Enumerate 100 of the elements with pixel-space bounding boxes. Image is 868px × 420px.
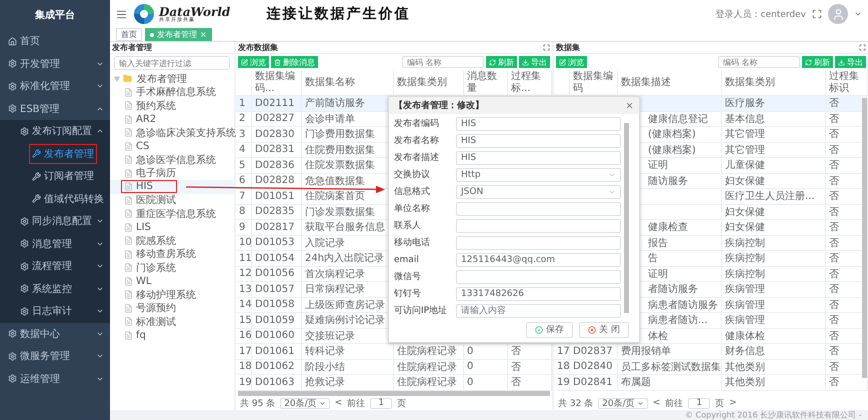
close-icon[interactable] [625,100,634,110]
page-input[interactable]: 1 [370,398,392,408]
table-cell-text: 住院病程记录 [397,360,457,374]
table-cell-text: 财务信息 [725,344,765,358]
input-field[interactable] [456,236,621,250]
tree-item[interactable]: 标准测试 [110,315,234,328]
tab[interactable]: 首页 [116,28,142,41]
menu-item[interactable]: 运维管理 [0,368,110,390]
table-cell-text: 危急值数据集 [305,174,365,188]
tree-item[interactable]: fq [110,328,234,342]
tree-item[interactable]: 电子病历 [110,166,234,180]
menu-item[interactable]: 订阅者管理 [0,165,110,188]
tree-item[interactable]: 发布者管理 [110,72,234,86]
input-field[interactable]: HIS [456,116,621,131]
table-cell-text: 日常病程记录 [305,282,365,296]
menu-item[interactable]: 流程管理 [0,255,110,278]
table-cell: D01063 [255,376,295,388]
tree-item[interactable]: WL [110,274,234,288]
tree-item[interactable]: LIS [110,220,234,234]
menu-item[interactable]: 值域代码转换 [0,188,110,210]
total-count: 共 32 条 [558,398,594,410]
page-size-select[interactable]: 20条/页 [280,398,330,408]
prev-page-button[interactable]: < [652,398,660,408]
table-cell: D01059 [255,314,295,326]
table-cell-text: 否 [829,268,839,281]
page-size-select[interactable]: 20条/页 [598,398,648,408]
table-cell: 17 [557,346,570,357]
table-cell-text: 阶段小结 [305,360,345,374]
table-cell: D01051 [255,190,295,202]
close-button[interactable]: 关 闭 [579,322,629,338]
fullscreen-icon[interactable] [859,44,866,51]
table-cell-text: 医疗卫生人员注册... [725,190,815,204]
table-cell: 14 [239,299,252,310]
fullscreen-icon[interactable] [812,9,822,19]
table-cell-text: 否 [829,345,839,358]
field-label: 发布者编码 [394,118,440,130]
input-field[interactable]: HIS [456,150,621,165]
tree-item[interactable]: CS [110,140,234,153]
search-field[interactable]: 编码 名称 [402,56,484,68]
table-cell: 12 [239,268,252,280]
menu-icon[interactable] [116,8,127,20]
menu-item[interactable]: ESB管理 [0,98,110,120]
table-cell-text: 疾病管理 [725,282,765,296]
table-cell-text: 病患者随访... [648,314,708,328]
fullscreen-icon[interactable] [543,44,550,51]
page-input[interactable]: 1 [688,398,710,408]
wrench-icon [32,172,41,181]
tree-item[interactable]: 急诊医学信息系统 [110,153,234,166]
table-cell: 10 [239,237,252,248]
tree-item[interactable]: AR2 [110,112,234,126]
tree-item[interactable]: 手术麻醉信息系统 [110,86,234,99]
table-cell: 19 [239,376,252,388]
field-label: 联系人 [394,220,422,232]
search-field[interactable]: 编码 名称 [718,56,800,68]
filter-field[interactable]: 输入关键字进行过滤 [114,56,230,70]
menu-item[interactable]: 开发管理 [0,52,110,75]
menu-item[interactable]: 微服务管理 [0,345,110,368]
tree-item[interactable]: 号源预约 [110,302,234,315]
input-field[interactable]: 请输入内容 [456,304,621,318]
table-cell: D02111 [255,98,295,109]
menu-item[interactable]: 首页 [0,30,110,52]
menu-item[interactable]: 发布者管理 [0,142,110,165]
next-page-button[interactable]: > [729,398,737,408]
menu-item[interactable]: 标准化管理 [0,75,110,98]
prev-page-button[interactable]: < [334,398,342,408]
menu-item[interactable]: 系统监控 [0,278,110,300]
table-cell: D02827 [255,113,295,124]
input-field[interactable] [456,218,621,233]
tree-item[interactable]: 预约系统 [110,99,234,112]
table-cell-text: 妇女保健 [725,174,765,188]
tree-item[interactable]: 院感系统 [110,234,234,248]
input-field[interactable]: HIS [456,134,621,148]
tree-item[interactable]: 门诊系统 [110,261,234,274]
input-field[interactable]: 125116443@qq.com [456,252,621,267]
select-field[interactable]: Http [456,168,621,182]
table-cell-text: 住院病程记录 [397,376,457,390]
input-field[interactable]: 13317482626 [456,286,621,301]
tree-item[interactable]: 移动护理系统 [110,288,234,302]
menu-item[interactable]: 同步消息配置 [0,210,110,232]
save-button[interactable]: 保存 [526,322,574,338]
table-cell-text: 否 [829,128,839,142]
table-cell-text: 入院记录 [305,236,345,250]
total-count: 共 95 条 [240,398,276,410]
tree-item[interactable]: 急诊临床决策支持系统 [110,126,234,140]
tree-item[interactable]: 重症医学信息系统 [110,207,234,220]
table-cell: D01061 [255,346,295,357]
tree-item[interactable]: 移动查房系统 [110,248,234,261]
tree-item[interactable]: 医院测试 [110,194,234,207]
tree-item[interactable]: HIS [110,180,234,194]
table-cell-text: 证明 [648,159,668,172]
menu-item[interactable]: 发布订阅配置 [0,120,110,142]
wrench-icon [32,149,41,158]
input-field[interactable] [456,270,621,284]
caret-icon[interactable] [854,10,862,18]
menu-item[interactable]: 数据中心 [0,322,110,345]
select-field[interactable]: JSON [456,184,621,199]
input-field[interactable] [456,202,621,216]
menu-item[interactable]: 消息管理 [0,232,110,255]
table-cell: 18 [239,361,252,372]
menu-item[interactable]: 日志审计 [0,300,110,322]
